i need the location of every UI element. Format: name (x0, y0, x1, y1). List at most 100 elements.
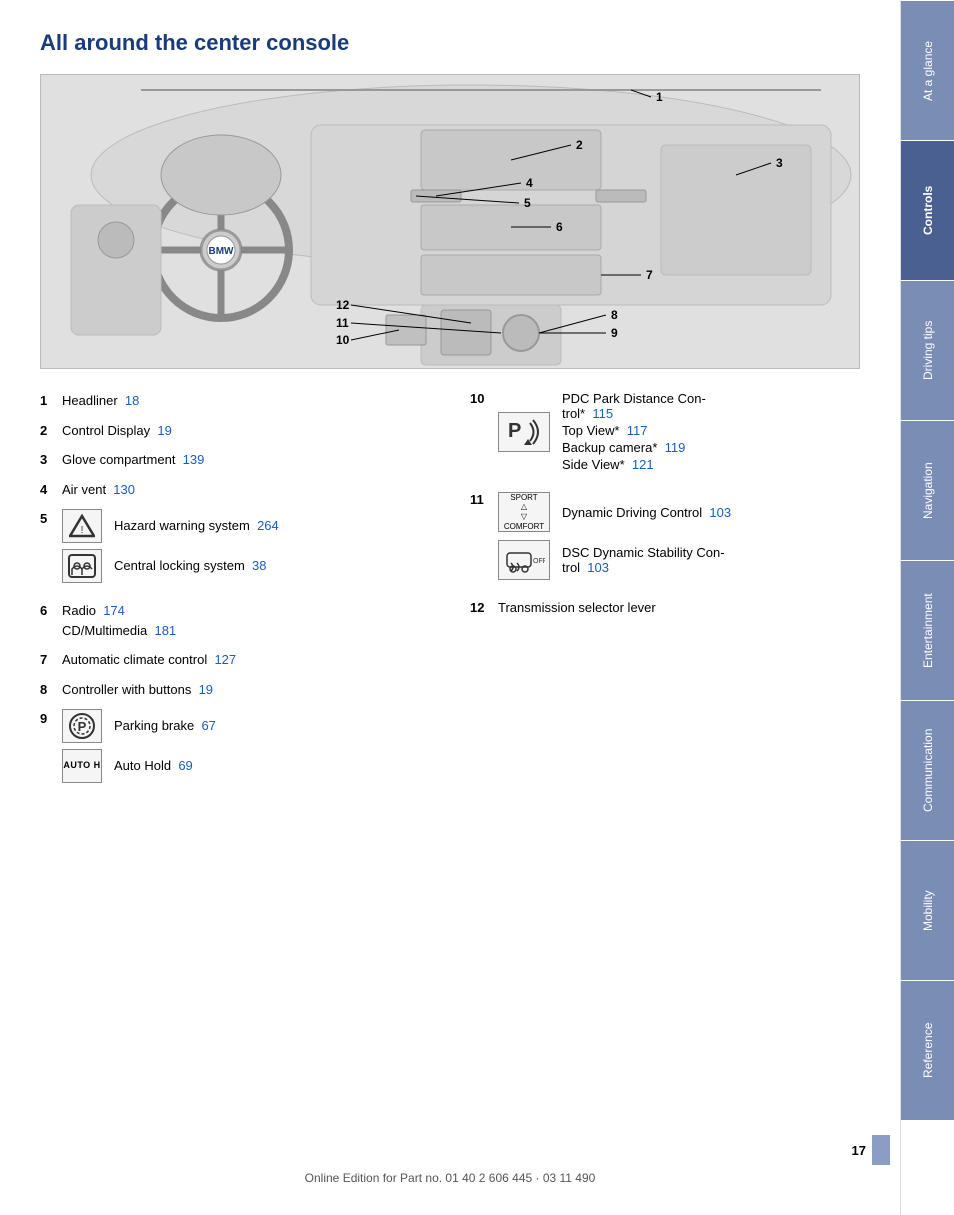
right-item-11-dsc: DSC Dynamic Stability Con-trol 103 (562, 545, 725, 575)
item-9-parking-label: Parking brake 67 (114, 716, 216, 736)
sidebar-tab-navigation[interactable]: Navigation (901, 420, 954, 560)
page-bar (872, 1135, 890, 1165)
autoh-icon: AUTO H (62, 749, 102, 783)
right-item-11-dsc-link[interactable]: 103 (587, 560, 609, 575)
item-5-locking-link[interactable]: 38 (252, 558, 266, 573)
sidebar-tab-at-a-glance[interactable]: At a glance (901, 0, 954, 140)
page-number: 17 (852, 1143, 866, 1158)
sidebar-tab-controls-label: Controls (921, 186, 935, 235)
list-item-8: 8 Controller with buttons 19 (40, 680, 430, 700)
sport-icon: SPORT△▽COMFORT (504, 493, 544, 531)
item-9-autoh-link[interactable]: 69 (178, 758, 192, 773)
right-item-11-content: SPORT△▽COMFORT Dynamic Driving Control 1… (498, 492, 731, 586)
right-item-11-dynamic-link[interactable]: 103 (709, 505, 731, 520)
right-item-10-row: 10 P (470, 391, 860, 478)
svg-text:6: 6 (556, 220, 563, 234)
item-9-parking-link[interactable]: 67 (201, 718, 215, 733)
item-3-link[interactable]: 139 (183, 452, 205, 467)
right-item-10-sideview-link[interactable]: 121 (632, 457, 654, 472)
item-7-label: Automatic climate control 127 (62, 650, 236, 670)
item-8-label: Controller with buttons 19 (62, 680, 213, 700)
locking-icon (62, 549, 102, 583)
svg-text:BMW: BMW (209, 246, 235, 257)
svg-text:7: 7 (646, 268, 653, 282)
list-item-7: 7 Automatic climate control 127 (40, 650, 430, 670)
dsc-icon-box: OFF (498, 540, 550, 580)
item-5-number: 5 (40, 509, 62, 529)
right-item-10-topview-link[interactable]: 117 (627, 423, 648, 438)
svg-text:8: 8 (611, 308, 618, 322)
item-9-autoh-row: AUTO H Auto Hold 69 (62, 749, 216, 783)
item-7-number: 7 (40, 650, 62, 670)
item-5-hazard-label: Hazard warning system 264 (114, 516, 279, 536)
item-5-locking-row: Central locking system 38 (62, 549, 279, 583)
sidebar-tab-mobility-label: Mobility (921, 890, 935, 931)
svg-text:11: 11 (336, 316, 349, 330)
list-item-4: 4 Air vent 130 (40, 480, 430, 500)
right-item-11-dsc-col: OFF DSC Dynamic Stability Con-trol 103 (498, 540, 731, 580)
sidebar-tab-mobility[interactable]: Mobility (901, 840, 954, 980)
sidebar: At a glance Controls Driving tips Naviga… (900, 0, 954, 1215)
svg-text:!: ! (81, 525, 84, 536)
sidebar-tab-entertainment[interactable]: Entertainment (901, 560, 954, 700)
svg-text:P: P (78, 719, 87, 734)
footer-text: Online Edition for Part no. 01 40 2 606 … (0, 1171, 900, 1185)
right-item-12: 12 Transmission selector lever (470, 600, 860, 615)
right-item-11-dsc-text: DSC Dynamic Stability Con-trol 103 (562, 545, 725, 575)
list-item-2: 2 Control Display 19 (40, 421, 430, 441)
right-item-11-sport-text: Dynamic Driving Control 103 (562, 505, 731, 520)
svg-text:4: 4 (526, 176, 533, 190)
diagram-svg: BMW (41, 75, 860, 369)
right-item-11: 11 SPORT△▽COMFORT Dynamic Driving Contro… (470, 492, 860, 586)
right-item-10-sideview: Side View* 121 (562, 457, 706, 472)
item-9-number: 9 (40, 709, 62, 729)
sidebar-tab-communication[interactable]: Communication (901, 700, 954, 840)
svg-text:9: 9 (611, 326, 618, 340)
item-9-parking-row: P Parking brake 67 (62, 709, 216, 743)
item-2-link[interactable]: 19 (157, 423, 171, 438)
item-6-multimedia-link[interactable]: 181 (154, 623, 176, 638)
left-column: 1 Headliner 18 2 Control Display 19 3 Gl… (40, 391, 450, 801)
item-7-link[interactable]: 127 (214, 652, 236, 667)
svg-text:5: 5 (524, 196, 531, 210)
svg-text:3: 3 (776, 156, 783, 170)
items-grid: 1 Headliner 18 2 Control Display 19 3 Gl… (40, 391, 860, 801)
sidebar-tab-reference[interactable]: Reference (901, 980, 954, 1120)
right-item-10-backup-link[interactable]: 119 (665, 440, 686, 455)
sidebar-tab-driving-tips[interactable]: Driving tips (901, 280, 954, 420)
svg-text:12: 12 (336, 298, 350, 312)
item-4-label: Air vent 130 (62, 480, 135, 500)
sidebar-tab-navigation-label: Navigation (921, 462, 935, 519)
list-item-6: 6 Radio 174 CD/Multimedia 181 (40, 601, 430, 640)
item-2-number: 2 (40, 421, 62, 441)
item-1-link[interactable]: 18 (125, 393, 139, 408)
list-item-9: 9 P Parking brake 67 (40, 709, 430, 791)
item-1-number: 1 (40, 391, 62, 411)
svg-text:OFF: OFF (533, 558, 545, 565)
page-number-row: 17 (0, 1135, 900, 1165)
svg-text:1: 1 (656, 90, 663, 104)
item-4-link[interactable]: 130 (113, 482, 135, 497)
right-item-11-number: 11 (470, 492, 498, 507)
right-item-10-pdc-link[interactable]: 115 (592, 406, 613, 421)
sport-icon-box: SPORT△▽COMFORT (498, 492, 550, 532)
sidebar-tab-communication-label: Communication (921, 729, 935, 812)
right-item-11-sport-col: SPORT△▽COMFORT Dynamic Driving Control 1… (498, 492, 731, 532)
svg-text:10: 10 (336, 333, 350, 347)
sidebar-tab-controls[interactable]: Controls (901, 140, 954, 280)
svg-text:P: P (508, 420, 521, 442)
item-4-number: 4 (40, 480, 62, 500)
list-item-1: 1 Headliner 18 (40, 391, 430, 411)
sidebar-tab-at-a-glance-label: At a glance (921, 40, 935, 100)
item-8-link[interactable]: 19 (199, 682, 213, 697)
item-6-radio-link[interactable]: 174 (103, 603, 125, 618)
right-item-10: 10 P (470, 391, 860, 478)
item-5-hazard-link[interactable]: 264 (257, 518, 279, 533)
right-item-10-topview: Top View* 117 (562, 423, 706, 438)
right-item-10-icon-col: P PDC Park Distance Con-trol* 115 (498, 391, 706, 472)
pdc-icon-box: P (498, 412, 550, 452)
right-item-11-dynamic: Dynamic Driving Control 103 (562, 505, 731, 520)
page-footer: 17 Online Edition for Part no. 01 40 2 6… (0, 1135, 900, 1185)
sidebar-tab-driving-tips-label: Driving tips (921, 321, 935, 380)
item-8-number: 8 (40, 680, 62, 700)
